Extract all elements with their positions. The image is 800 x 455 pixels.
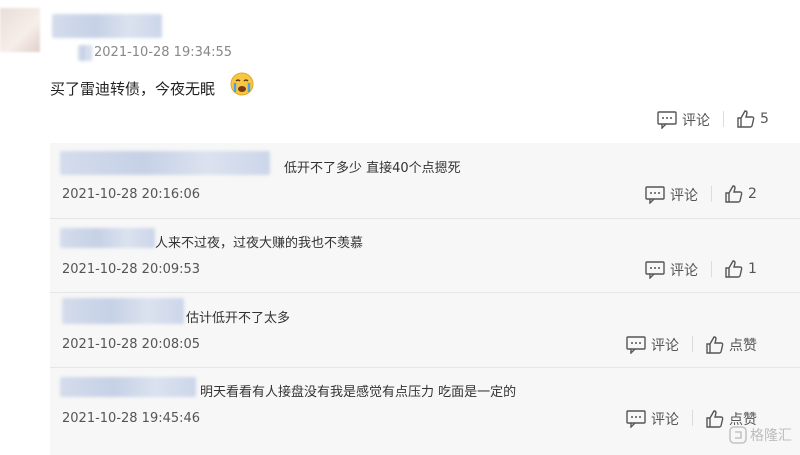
reply-comment-button[interactable]: 评论 [645, 185, 698, 205]
comment-text: 买了雷迪转债，今夜无眠 [50, 80, 216, 98]
divider [692, 410, 693, 426]
reply-divider [50, 292, 800, 293]
comment-label: 评论 [651, 412, 679, 428]
comment-timestamp: 2021-10-28 19:34:55 [94, 45, 233, 60]
comment-label: 评论 [670, 263, 698, 279]
comment-label: 评论 [651, 338, 679, 354]
thumbs-up-icon [725, 260, 743, 278]
reply-username-blurred[interactable] [62, 298, 184, 324]
username-blurred[interactable] [52, 14, 162, 38]
reply-comment-button[interactable]: 评论 [626, 335, 679, 355]
watermark-logo-icon [729, 426, 747, 444]
comment-icon [626, 410, 646, 428]
comment-label: 评论 [670, 188, 698, 204]
divider [723, 111, 724, 127]
like-label: 点赞 [729, 338, 757, 354]
watermark: 格隆汇 [729, 425, 792, 445]
thumbs-up-icon [706, 336, 724, 354]
comment-icon [657, 111, 677, 129]
source-blurred [78, 45, 92, 61]
reply-like-button[interactable]: 点赞 [706, 335, 757, 355]
reply-username-blurred[interactable] [60, 228, 155, 248]
reply-comment-button[interactable]: 评论 [626, 409, 679, 429]
comment-button[interactable]: 评论 [657, 110, 710, 130]
like-count: 2 [748, 186, 757, 202]
watermark-text: 格隆汇 [750, 428, 792, 444]
divider [711, 261, 712, 277]
reply-like-button[interactable]: 1 [725, 260, 757, 278]
thumbs-up-icon [737, 110, 755, 128]
reply-timestamp: 2021-10-28 20:09:53 [62, 262, 201, 277]
divider [711, 186, 712, 202]
reply-timestamp: 2021-10-28 20:08:05 [62, 337, 201, 352]
reply-comment-button[interactable]: 评论 [645, 260, 698, 280]
reply-username-blurred[interactable] [60, 377, 196, 397]
reply-divider [50, 367, 800, 368]
reply-divider [50, 218, 800, 219]
avatar[interactable] [0, 8, 40, 52]
comment-icon [626, 336, 646, 354]
reply-text: 估计低开不了太多 [186, 311, 291, 326]
reply-text: 人来不过夜，过夜大赚的我也不羡慕 [155, 236, 364, 251]
crying-emoji-icon [230, 72, 254, 96]
reply-like-button[interactable]: 2 [725, 185, 757, 203]
like-button[interactable]: 5 [737, 110, 769, 128]
thumbs-up-icon [725, 185, 743, 203]
reply-username-blurred[interactable] [60, 151, 270, 175]
reply-timestamp: 2021-10-28 20:16:06 [62, 187, 201, 202]
comment-icon [645, 261, 665, 279]
comment-label: 评论 [682, 113, 710, 129]
comment-icon [645, 186, 665, 204]
reply-timestamp: 2021-10-28 19:45:46 [62, 411, 201, 426]
divider [692, 336, 693, 352]
like-count: 5 [760, 111, 769, 127]
reply-text: 明天看看有人接盘没有我是感觉有点压力 吃面是一定的 [200, 385, 517, 400]
thumbs-up-icon [706, 410, 724, 428]
like-count: 1 [748, 261, 757, 277]
reply-text: 低开不了多少 直接40个点摁死 [284, 161, 461, 176]
